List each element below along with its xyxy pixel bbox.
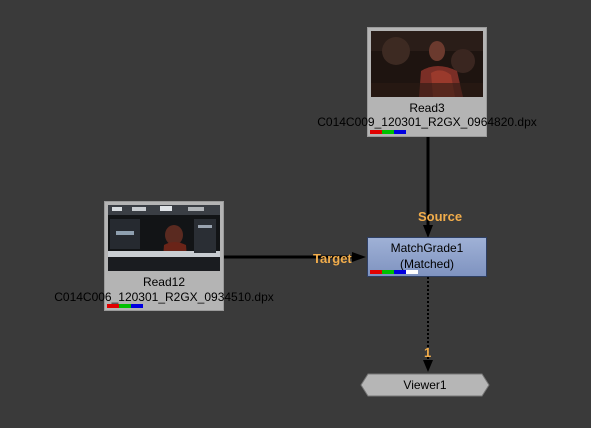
read12-name: Read12 (142, 275, 186, 289)
read3-channel-g (382, 130, 394, 134)
matchgrade-channel-a (406, 270, 418, 274)
read3-filename: C014C009_120301_R2GX_0964820.dpx (317, 115, 537, 129)
read3-name: Read3 (409, 101, 445, 115)
read3-channel-b (394, 130, 406, 134)
target-input-label: Target (313, 251, 352, 266)
viewer-node[interactable]: Viewer1 (361, 373, 489, 397)
source-input-label: Source (418, 209, 463, 224)
target-arrow-icon (352, 252, 366, 262)
read12-thumbnail (108, 205, 220, 271)
matchgrade-channel-r (370, 270, 382, 274)
matchgrade-node[interactable]: MatchGrade1 (Matched) (367, 237, 487, 277)
read12-filename: C014C006_120301_R2GX_0934510.dpx (54, 290, 274, 304)
viewer-name: Viewer1 (403, 378, 447, 392)
matchgrade-channel-g (382, 270, 394, 274)
matchgrade-channel-b (394, 270, 406, 274)
read12-channel-g (119, 304, 131, 308)
read3-thumbnail (371, 31, 483, 97)
read12-channel-r (107, 304, 119, 308)
node-graph-canvas[interactable] (0, 0, 591, 428)
read3-channel-r (370, 130, 382, 134)
viewer-arrow-icon (423, 360, 433, 372)
read12-channel-b (131, 304, 143, 308)
matchgrade-name: MatchGrade1 (390, 241, 464, 255)
viewer-input-label: 1 (424, 345, 432, 360)
